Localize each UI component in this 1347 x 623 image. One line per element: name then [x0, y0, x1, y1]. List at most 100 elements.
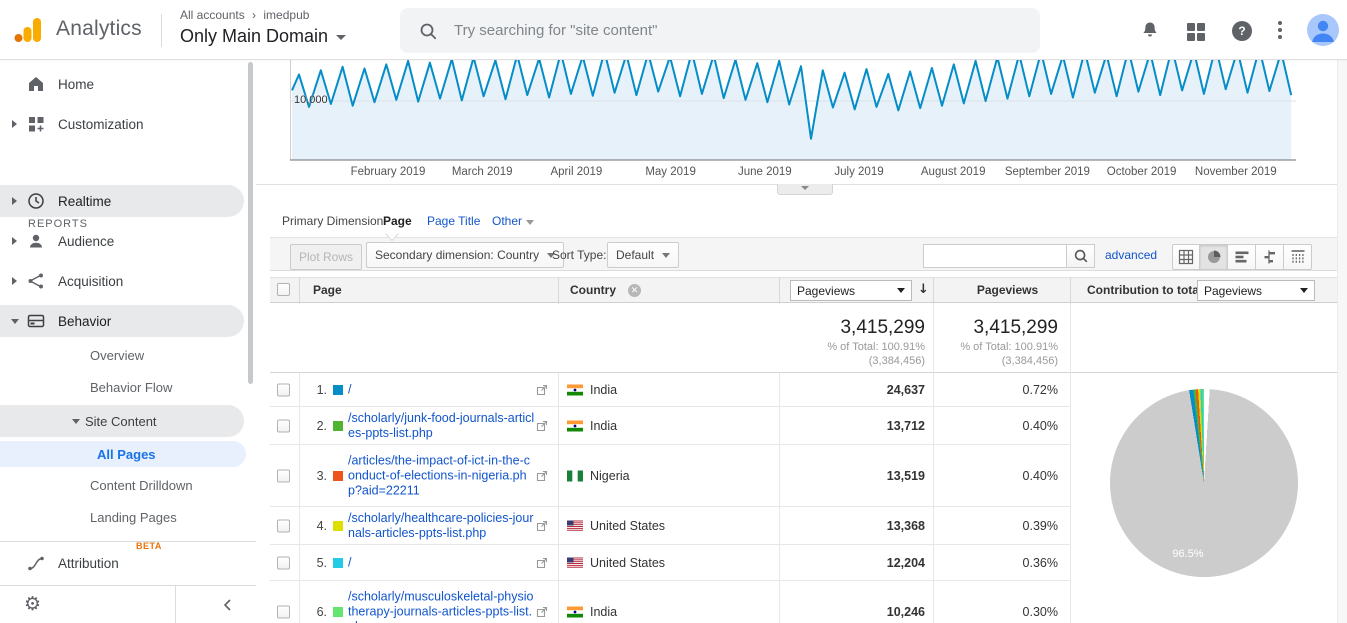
summary-absolute: (3,384,456): [858, 355, 1058, 367]
table-view-icon: [1178, 249, 1194, 265]
global-search-placeholder: Try searching for "site content": [454, 22, 658, 39]
country-name: India: [590, 419, 617, 433]
sidebar-item-behavior-flow[interactable]: Behavior Flow: [0, 373, 244, 401]
open-in-new-icon[interactable]: [536, 520, 548, 532]
page-link[interactable]: /: [348, 555, 536, 570]
sidebar-divider: [0, 541, 256, 542]
sidebar-item-acquisition[interactable]: Acquisition: [0, 265, 244, 297]
collapse-arrow-icon: [11, 319, 19, 324]
summary-pct-of-total: % of Total: 100.91%: [858, 341, 1058, 353]
external-link[interactable]: [536, 606, 548, 618]
sidebar-item-all-pages[interactable]: All Pages: [0, 441, 246, 467]
external-link[interactable]: [536, 384, 548, 396]
table-body: 1./India24,6370.72%2./scholarly/junk-foo…: [270, 373, 1070, 623]
global-search[interactable]: Try searching for "site content": [400, 8, 1040, 53]
performance-view-button[interactable]: [1228, 244, 1256, 270]
search-icon: [1072, 247, 1090, 265]
primary-dimension-page-title[interactable]: Page Title: [427, 214, 480, 228]
row-checkbox[interactable]: [277, 519, 290, 532]
pivot-view-button[interactable]: [1284, 244, 1312, 270]
page-link[interactable]: /scholarly/musculoskeletal-physiotherapy…: [348, 589, 536, 623]
collapse-chart-tab[interactable]: [777, 184, 833, 195]
metric-select[interactable]: Pageviews: [790, 280, 912, 301]
sidebar-footer: ⚙: [0, 585, 256, 623]
pageviews-value: 12,204: [770, 556, 925, 570]
country-flag: [567, 384, 583, 395]
view-toggle-group: [1172, 244, 1312, 270]
footer-divider: [175, 586, 176, 623]
collapse-sidebar-icon[interactable]: [220, 597, 236, 613]
row-checkbox[interactable]: [277, 605, 290, 618]
table-summary-row: 3,415,299 % of Total: 100.91% (3,384,456…: [270, 303, 1337, 373]
property-selector[interactable]: Only Main Domain: [180, 26, 346, 47]
table-filter-search-button[interactable]: [1066, 244, 1095, 268]
pageviews-value: 10,246: [770, 605, 925, 619]
sidebar-item-site-content[interactable]: Site Content: [0, 405, 244, 437]
open-in-new-icon[interactable]: [536, 557, 548, 569]
row-checkbox[interactable]: [277, 383, 290, 396]
pageviews-value: 13,368: [770, 519, 925, 533]
chevron-down-icon: [801, 186, 809, 190]
breadcrumb[interactable]: All accounts › imedpub: [180, 8, 309, 22]
open-in-new-icon[interactable]: [536, 420, 548, 432]
contribution-percent: 0.40%: [943, 419, 1058, 433]
page-link[interactable]: /articles/the-impact-of-ict-in-the-condu…: [348, 453, 536, 498]
primary-dimension-other[interactable]: Other: [492, 214, 534, 228]
external-link[interactable]: [536, 520, 548, 532]
customization-icon: [26, 114, 46, 134]
comparison-view-icon: [1262, 249, 1278, 265]
acquisition-icon: [26, 271, 46, 291]
select-all-checkbox[interactable]: [277, 283, 290, 296]
percentage-view-button[interactable]: [1200, 244, 1228, 270]
sidebar-item-audience[interactable]: Audience: [0, 225, 244, 257]
sidebar-item-attribution[interactable]: Attribution BETA: [0, 547, 244, 579]
external-link[interactable]: [536, 557, 548, 569]
sidebar-item-behavior[interactable]: Behavior: [0, 305, 244, 337]
pivot-view-icon: [1290, 249, 1306, 265]
comparison-view-button[interactable]: [1256, 244, 1284, 270]
help-icon[interactable]: ?: [1232, 21, 1252, 41]
sidebar-scrollbar[interactable]: [248, 62, 253, 384]
page-link[interactable]: /scholarly/healthcare-policies-journals-…: [348, 511, 536, 541]
sidebar-item-landing-pages[interactable]: Landing Pages: [0, 503, 244, 531]
sidebar-item-home[interactable]: Home: [0, 68, 244, 100]
admin-gear-icon[interactable]: ⚙: [24, 593, 41, 615]
external-link[interactable]: [536, 420, 548, 432]
month-tick-label: June 2019: [738, 166, 792, 178]
page-link[interactable]: /: [348, 382, 536, 397]
pageviews-value: 24,637: [770, 383, 925, 397]
contribution-label: Contribution to total:: [1087, 283, 1206, 297]
sort-type-button[interactable]: Default: [607, 242, 679, 268]
kebab-menu-icon[interactable]: [1272, 18, 1288, 42]
row-checkbox[interactable]: [277, 419, 290, 432]
secondary-dimension-button[interactable]: Secondary dimension: Country: [366, 242, 564, 268]
clock-icon: [26, 191, 46, 211]
plot-rows-button[interactable]: Plot Rows: [290, 244, 362, 270]
column-header-page[interactable]: Page: [313, 283, 342, 297]
chevron-down-icon: [662, 253, 670, 258]
row-checkbox[interactable]: [277, 469, 290, 482]
external-link[interactable]: [536, 470, 548, 482]
table-view-button[interactable]: [1172, 244, 1200, 270]
advanced-filter-link[interactable]: advanced: [1105, 248, 1157, 262]
primary-dimension-page[interactable]: Page: [383, 214, 412, 228]
sidebar-item-overview[interactable]: Overview: [0, 341, 244, 369]
page-link[interactable]: /scholarly/junk-food-journals-articles-p…: [348, 411, 536, 441]
sidebar-item-customization[interactable]: Customization: [0, 108, 244, 140]
open-in-new-icon[interactable]: [536, 384, 548, 396]
row-checkbox[interactable]: [277, 556, 290, 569]
column-header-country[interactable]: Country: [570, 283, 616, 297]
apps-grid-icon[interactable]: [1186, 22, 1210, 46]
open-in-new-icon[interactable]: [536, 606, 548, 618]
notifications-bell-icon[interactable]: [1138, 19, 1162, 43]
avatar[interactable]: [1307, 14, 1339, 46]
open-in-new-icon[interactable]: [536, 470, 548, 482]
column-header-pageviews[interactable]: Pageviews: [945, 283, 1070, 297]
contribution-metric-select[interactable]: Pageviews: [1197, 280, 1315, 301]
remove-secondary-dimension-icon[interactable]: ✕: [628, 284, 641, 297]
sidebar-item-realtime[interactable]: Realtime: [0, 185, 244, 217]
sort-direction-arrow[interactable]: ↓: [918, 282, 929, 297]
table-filter-input[interactable]: [923, 244, 1067, 268]
sidebar-item-content-drilldown[interactable]: Content Drilldown: [0, 471, 244, 499]
pageviews-value: 13,519: [770, 469, 925, 483]
